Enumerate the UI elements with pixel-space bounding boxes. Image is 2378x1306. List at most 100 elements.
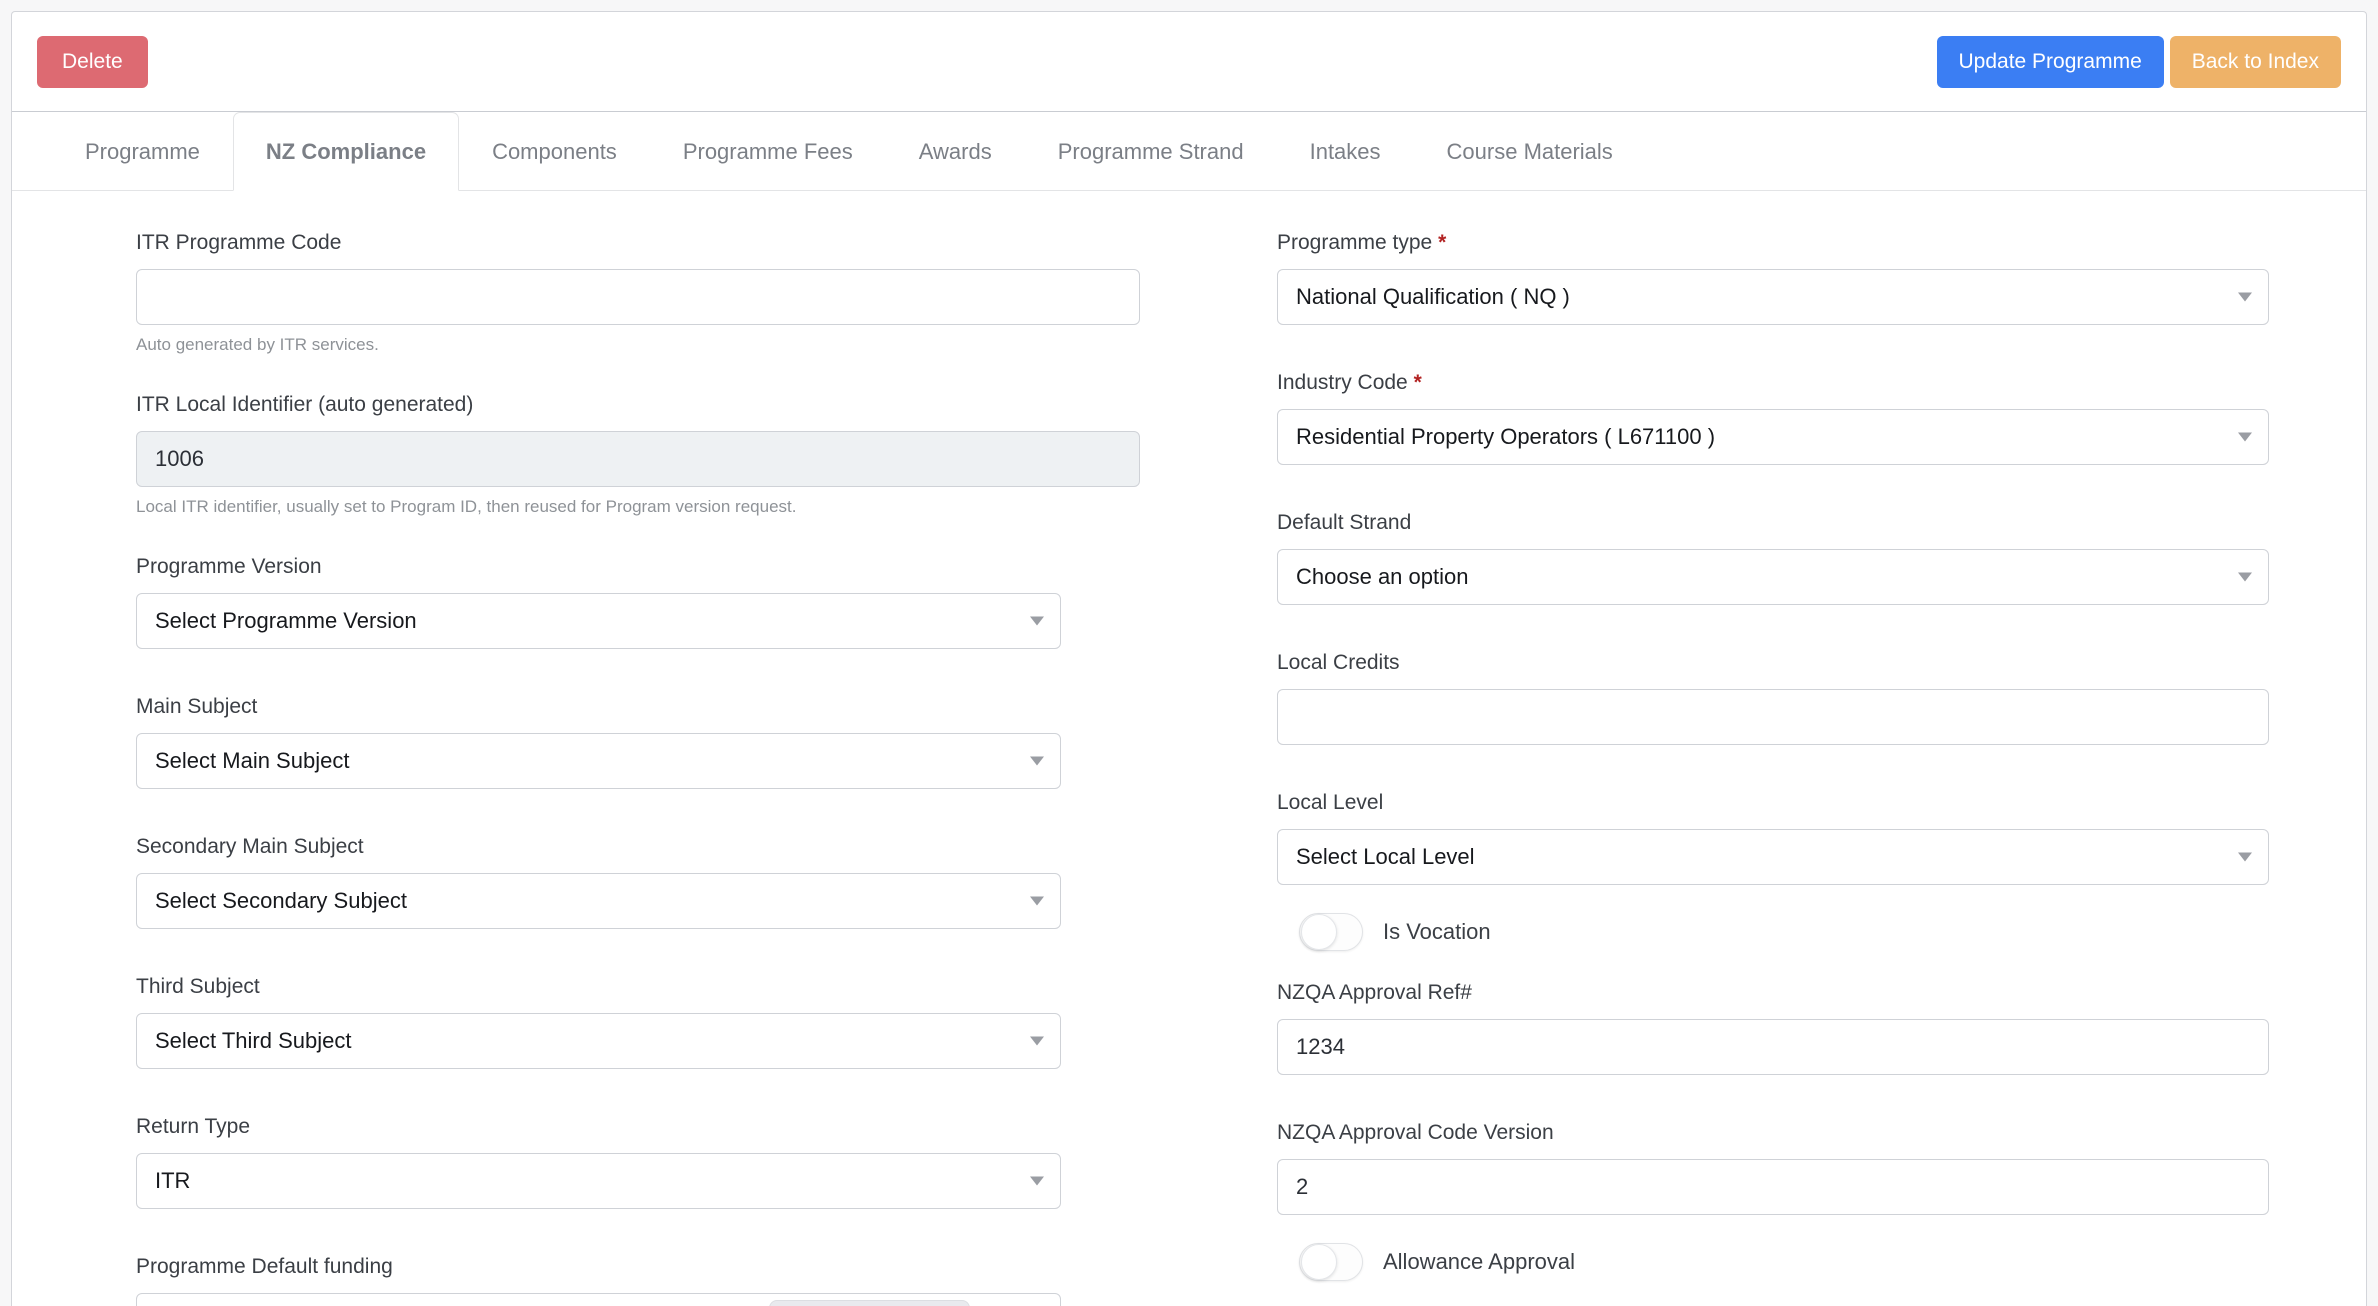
local-credits-label: Local Credits (1277, 651, 1400, 674)
industry-code-select[interactable]: Residential Property Operators ( L671100… (1277, 409, 2269, 465)
chevron-down-icon (2238, 292, 2252, 302)
form-left-column: ITR Programme Code Auto generated by ITR… (12, 231, 1167, 1306)
itr-programme-code-label: ITR Programme Code (136, 231, 342, 254)
programme-type-value: National Qualification ( NQ ) (1296, 284, 1570, 309)
field-local-level: Local Level Select Local Level (1277, 791, 2347, 885)
field-programme-type: Programme type * National Qualification … (1277, 231, 2347, 325)
field-itr-programme-code: ITR Programme Code Auto generated by ITR… (136, 231, 1167, 355)
delete-button[interactable]: Delete (37, 35, 148, 88)
third-subject-label: Third Subject (136, 975, 260, 998)
tab-label: Components (492, 138, 617, 164)
tab-label: Course Materials (1446, 138, 1613, 164)
itr-programme-code-input[interactable] (136, 269, 1140, 325)
main-subject-select[interactable]: Select Main Subject (136, 733, 1061, 789)
field-main-subject: Main Subject Select Main Subject (136, 695, 1167, 789)
third-subject-value: Select Third Subject (155, 1028, 352, 1053)
return-type-label: Return Type (136, 1115, 251, 1138)
tab-programme-fees[interactable]: Programme Fees (650, 112, 886, 191)
local-credits-input[interactable] (1277, 689, 2269, 745)
toggle-knob (1301, 914, 1337, 950)
tab-awards[interactable]: Awards (886, 112, 1025, 191)
default-strand-value: Choose an option (1296, 564, 1469, 589)
field-industry-code: Industry Code * Residential Property Ope… (1277, 371, 2347, 465)
form-right-column: Programme type * National Qualification … (1167, 231, 2347, 1306)
partial-bottom-element[interactable] (769, 1300, 970, 1306)
chevron-down-icon (1030, 896, 1044, 906)
itr-local-identifier-label: ITR Local Identifier (auto generated) (136, 393, 474, 416)
return-type-value: ITR (155, 1168, 191, 1193)
toggle-knob (1301, 1244, 1337, 1280)
nzqa-approval-code-version-label: NZQA Approval Code Version (1277, 1121, 1554, 1144)
nz-compliance-form: ITR Programme Code Auto generated by ITR… (12, 191, 2366, 1306)
third-subject-select[interactable]: Select Third Subject (136, 1013, 1061, 1069)
default-strand-label: Default Strand (1277, 511, 1412, 534)
programme-version-value: Select Programme Version (155, 608, 417, 633)
programme-type-label: Programme type * (1277, 231, 2347, 255)
field-allowance-approval: Allowance Approval (1277, 1243, 2347, 1281)
tab-nz-compliance[interactable]: NZ Compliance (232, 112, 460, 191)
required-asterisk: * (1438, 231, 1447, 254)
programme-version-select[interactable]: Select Programme Version (136, 593, 1061, 649)
is-vocation-label: Is Vocation (1383, 919, 1491, 944)
programme-type-label-text: Programme type (1277, 231, 1433, 254)
itr-programme-code-hint: Auto generated by ITR services. (136, 335, 379, 354)
tab-label: Programme (85, 138, 200, 164)
chevron-down-icon (2238, 572, 2252, 582)
programme-edit-page: Delete Update Programme Back to Index Pr… (11, 11, 2367, 1306)
field-programme-default-funding: Programme Default funding Industry Train… (136, 1255, 1167, 1306)
field-secondary-main-subject: Secondary Main Subject Select Secondary … (136, 835, 1167, 929)
industry-code-label-text: Industry Code (1277, 371, 1408, 394)
tab-components[interactable]: Components (459, 112, 650, 191)
chevron-down-icon (2238, 432, 2252, 442)
industry-code-label: Industry Code * (1277, 371, 2347, 395)
tab-label: Intakes (1309, 138, 1381, 164)
tab-label: Programme Fees (682, 138, 853, 164)
field-return-type: Return Type ITR (136, 1115, 1167, 1209)
required-asterisk: * (1413, 371, 1422, 394)
field-nzqa-approval-code-version: NZQA Approval Code Version 2 (1277, 1121, 2347, 1215)
main-subject-label: Main Subject (136, 695, 258, 718)
field-nzqa-approval-ref: NZQA Approval Ref# 1234 (1277, 981, 2347, 1075)
local-level-value: Select Local Level (1296, 844, 1475, 869)
chevron-down-icon (1030, 1176, 1044, 1186)
tab-programme[interactable]: Programme (52, 112, 233, 191)
allowance-approval-label: Allowance Approval (1383, 1249, 1576, 1274)
main-subject-value: Select Main Subject (155, 748, 350, 773)
tab-label: NZ Compliance (265, 138, 427, 164)
industry-code-value: Residential Property Operators ( L671100… (1296, 424, 1716, 449)
secondary-main-subject-select[interactable]: Select Secondary Subject (136, 873, 1061, 929)
return-type-select[interactable]: ITR (136, 1153, 1061, 1209)
update-programme-button[interactable]: Update Programme (1936, 35, 2164, 88)
field-default-strand: Default Strand Choose an option (1277, 511, 2347, 605)
tab-intakes[interactable]: Intakes (1277, 112, 1414, 191)
local-level-select[interactable]: Select Local Level (1277, 829, 2269, 885)
back-to-index-button[interactable]: Back to Index (2169, 35, 2341, 88)
programme-version-label: Programme Version (136, 555, 322, 578)
chevron-down-icon (1030, 616, 1044, 626)
chevron-down-icon (1030, 1036, 1044, 1046)
nzqa-approval-ref-label: NZQA Approval Ref# (1277, 981, 1472, 1004)
nzqa-approval-code-version-input[interactable]: 2 (1277, 1159, 2269, 1215)
allowance-approval-toggle[interactable] (1299, 1243, 1363, 1281)
is-vocation-toggle[interactable] (1299, 913, 1363, 951)
tab-strip: Programme NZ Compliance Components Progr… (12, 112, 2366, 191)
field-is-vocation: Is Vocation (1277, 913, 2347, 951)
secondary-main-subject-value: Select Secondary Subject (155, 888, 407, 913)
default-strand-select[interactable]: Choose an option (1277, 549, 2269, 605)
local-level-label: Local Level (1277, 791, 1384, 814)
tab-label: Programme Strand (1057, 138, 1244, 164)
tab-programme-strand[interactable]: Programme Strand (1025, 112, 1277, 191)
chevron-down-icon (2238, 852, 2252, 862)
secondary-main-subject-label: Secondary Main Subject (136, 835, 364, 858)
field-itr-local-identifier: ITR Local Identifier (auto generated) 10… (136, 393, 1167, 517)
itr-local-identifier-input[interactable]: 1006 (136, 431, 1140, 487)
field-third-subject: Third Subject Select Third Subject (136, 975, 1167, 1069)
tab-label: Awards (918, 138, 992, 164)
action-bar: Delete Update Programme Back to Index (12, 12, 2366, 112)
chevron-down-icon (1030, 756, 1044, 766)
nzqa-approval-ref-input[interactable]: 1234 (1277, 1019, 2269, 1075)
field-programme-version: Programme Version Select Programme Versi… (136, 555, 1167, 649)
field-local-credits: Local Credits (1277, 651, 2347, 745)
programme-type-select[interactable]: National Qualification ( NQ ) (1277, 269, 2269, 325)
tab-course-materials[interactable]: Course Materials (1414, 112, 1646, 191)
